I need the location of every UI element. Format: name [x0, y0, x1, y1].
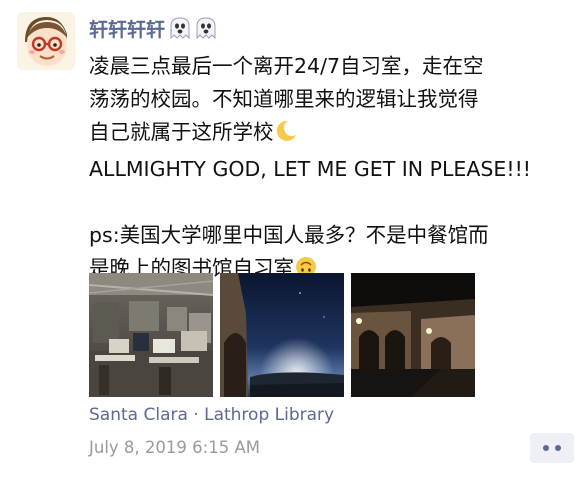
post-line: ALLMIGHTY GOD, LET ME GET IN PLEASE!!! [89, 157, 532, 181]
post-line: 荡荡的校园。不知道哪里来的逻辑让我觉得 [89, 87, 479, 111]
crescent-moon-icon [274, 119, 298, 153]
more-options-button[interactable] [530, 433, 574, 463]
dot-icon [555, 445, 561, 451]
avatar[interactable] [17, 12, 75, 70]
dot-icon [543, 445, 549, 451]
night-arcade-photo[interactable] [351, 273, 475, 397]
username[interactable]: 轩轩轩轩 [89, 15, 165, 42]
post-line: ps:美国大学哪里中国人最多？不是中餐馆而 [89, 223, 489, 247]
study-room-photo[interactable] [89, 273, 213, 397]
post-text: 凌晨三点最后一个离开24/7自习室，走在空 荡荡的校园。不知道哪里来的逻辑让我觉… [89, 50, 579, 289]
post-line: 凌晨三点最后一个离开24/7自习室，走在空 [89, 54, 484, 78]
ghost-emoji-icon [169, 16, 191, 40]
location-link[interactable]: Santa Clara · Lathrop Library [89, 405, 334, 425]
post-timestamp: July 8, 2019 6:15 AM [89, 438, 260, 457]
username-row[interactable]: 轩轩轩轩 [89, 14, 217, 42]
post-line-text: 自己就属于这所学校 [89, 120, 274, 144]
post-line: 自己就属于这所学校 [89, 116, 579, 153]
ghost-emoji-icon [195, 16, 217, 40]
night-campus-building-photo[interactable] [220, 273, 344, 397]
